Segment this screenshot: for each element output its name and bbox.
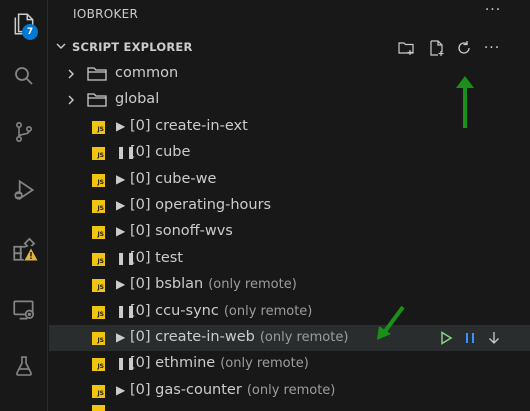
new-file-button[interactable] (426, 37, 448, 59)
activity-bar: 7 (0, 0, 48, 411)
explorer-badge: 7 (22, 24, 38, 40)
script-state: ❚❚ (116, 251, 137, 265)
script-explorer-header[interactable]: SCRIPT EXPLORER ··· (49, 36, 530, 60)
script-row[interactable]: JS ❚❚[0] cube (49, 140, 530, 166)
javascript-file-icon: JS (92, 147, 105, 160)
javascript-file-icon: JS (92, 279, 105, 292)
search-icon[interactable] (0, 52, 48, 100)
remote-note: (only remote) (220, 356, 309, 371)
script-state: ▶ (116, 119, 126, 133)
script-name: [0] bsblan (130, 276, 204, 292)
script-state: ❚❚ (116, 356, 137, 370)
panel-more-button[interactable]: ··· (481, 2, 505, 24)
script-state: ▶ (116, 224, 126, 238)
script-state: ❚❚ (116, 304, 137, 318)
refresh-button[interactable] (453, 37, 475, 59)
testing-icon[interactable] (0, 342, 48, 390)
annotation-arrow-down-left (377, 305, 405, 340)
partial-row (49, 405, 530, 411)
script-row[interactable]: JS ❚❚[0] test (49, 246, 530, 272)
script-state: ▶ (116, 277, 126, 291)
javascript-file-icon: JS (92, 226, 105, 239)
remote-note: (only remote) (223, 304, 313, 319)
folder-icon (87, 93, 107, 107)
folder-label: global (115, 91, 160, 107)
folder-label: common (115, 65, 179, 81)
new-folder-icon (398, 42, 414, 55)
javascript-file-icon: JS (92, 174, 105, 187)
remote-explorer-icon[interactable] (0, 286, 48, 334)
chevron-right-icon (68, 69, 74, 79)
script-name: [0] create-in-ext (130, 118, 248, 134)
explorer-icon[interactable]: 7 (0, 0, 48, 48)
chevron-down-icon (56, 43, 66, 49)
pause-script-button[interactable] (460, 328, 480, 348)
script-name: [0] cube (130, 144, 191, 160)
script-state: ▶ (116, 172, 126, 186)
warning-icon (22, 246, 39, 263)
script-name: [0] ccu-sync (130, 303, 219, 319)
source-control-icon[interactable] (0, 108, 48, 156)
script-row[interactable]: JS ▶ [0] sonoff-wvs (49, 219, 530, 245)
new-file-icon (430, 39, 444, 56)
javascript-file-icon: JS (92, 121, 105, 134)
script-row[interactable]: JS ▶ [0] cube-we (49, 167, 530, 193)
remote-note: (only remote) (246, 383, 336, 398)
script-state: ▶ (116, 383, 126, 397)
arrow-down-icon (489, 332, 499, 344)
script-row[interactable]: JS ▶ [0] bsblan (only remote) (49, 272, 530, 298)
panel-title: IOBROKER (73, 7, 139, 21)
side-panel: IOBROKER ··· SCRIPT EXPLORER ··· common (49, 0, 530, 411)
script-name: [0] gas-counter (130, 382, 242, 398)
script-name: [0] test (130, 250, 183, 266)
run-debug-icon[interactable] (0, 166, 48, 214)
javascript-file-icon: JS (92, 385, 105, 398)
extensions-icon[interactable] (0, 226, 48, 274)
script-name: [0] sonoff-wvs (130, 223, 233, 239)
new-folder-button[interactable] (396, 37, 418, 59)
remote-note: (only remote) (259, 330, 349, 345)
annotation-arrow-up (456, 76, 474, 128)
script-state: ▶ (116, 198, 126, 212)
section-title: SCRIPT EXPLORER (72, 40, 193, 54)
script-name: [0] cube-we (130, 171, 217, 187)
pause-icon (466, 333, 474, 343)
script-row-hovered[interactable]: JS ▶ [0] create-in-web (only remote) (49, 325, 530, 351)
run-script-button[interactable] (436, 328, 456, 348)
script-row[interactable]: JS ❚❚[0] ethmine (only remote) (49, 351, 530, 377)
script-row[interactable]: JS ▶ [0] gas-counter (only remote) (49, 378, 530, 404)
javascript-file-icon: JS (92, 253, 105, 266)
script-name: [0] operating-hours (130, 197, 272, 213)
javascript-file-icon: JS (92, 200, 105, 213)
script-row[interactable]: JS ❚❚[0] ccu-sync (only remote) (49, 299, 530, 325)
javascript-file-icon: JS (92, 306, 105, 319)
section-more-button[interactable]: ··· (481, 37, 503, 59)
refresh-icon (458, 41, 470, 54)
script-name: [0] ethmine (130, 355, 216, 371)
script-state: ▶ (116, 330, 126, 344)
script-row[interactable]: JS ▶ [0] operating-hours (49, 193, 530, 219)
script-state: ❚❚ (116, 145, 137, 159)
script-name: [0] create-in-web (130, 329, 255, 345)
play-icon (441, 331, 453, 345)
javascript-file-icon: JS (92, 358, 105, 371)
javascript-file-icon: JS (92, 332, 105, 345)
download-script-button[interactable] (484, 328, 504, 348)
remote-note: (only remote) (208, 277, 297, 292)
folder-icon (87, 67, 107, 81)
chevron-right-icon (68, 95, 74, 105)
